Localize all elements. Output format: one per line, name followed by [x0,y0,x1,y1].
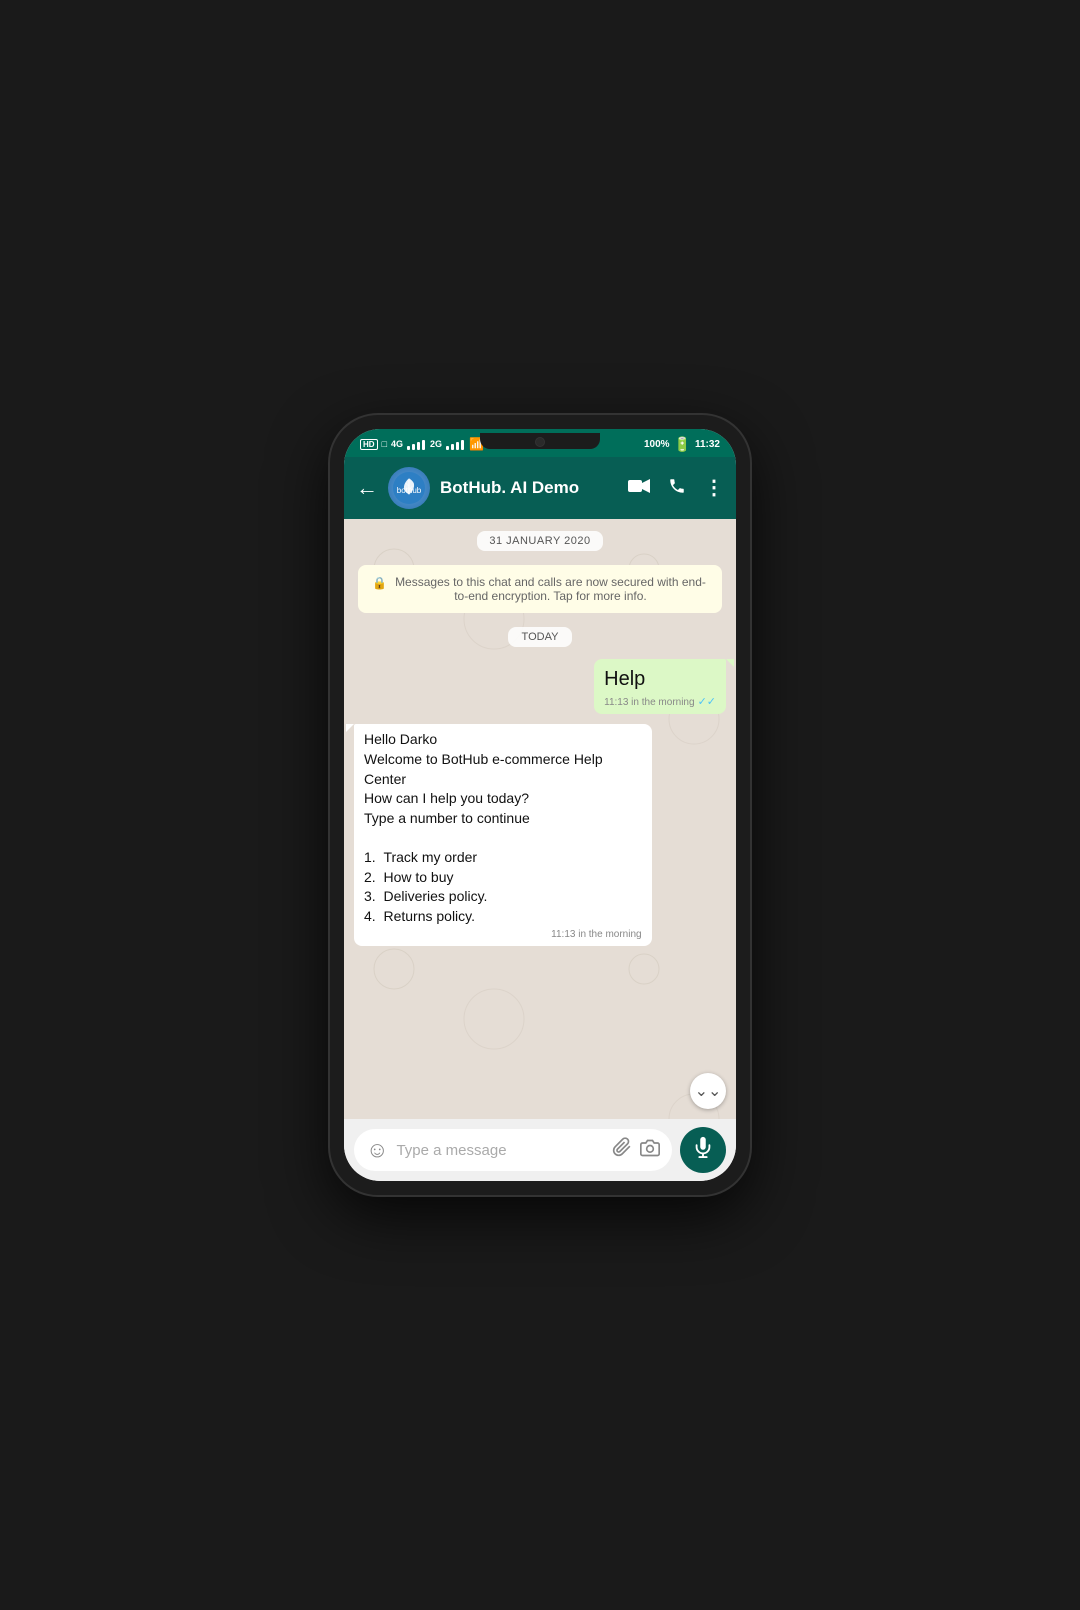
signal-bars-1 [407,438,426,450]
chevron-down-icon: ⌄⌄ [695,1081,722,1101]
emoji-button[interactable]: ☺ [366,1137,388,1163]
bot-welcome: Welcome to BotHub e-commerce Help Center [364,750,642,789]
message-row: Help 11:13 in the morning ✓✓ [354,659,726,714]
microphone-icon [692,1136,714,1164]
message-time: 11:13 in the morning [551,928,641,942]
signal-2g: 2G [430,439,442,449]
attachment-button[interactable] [612,1137,632,1163]
back-button[interactable]: ← [356,475,378,501]
bot-option-1: 1. Track my order [364,848,642,868]
chat-name: BotHub. AI Demo [440,478,618,498]
chat-header: ← bothub BotHub. AI Demo [344,457,736,519]
more-options-icon[interactable]: ⋮ [704,478,724,498]
message-input-container: ☺ Type a message [354,1129,672,1171]
message-text: Help [604,668,645,690]
bar2 [451,444,454,450]
message-time: 11:13 in the morning [604,696,694,710]
bot-greeting: Hello Darko [364,730,642,750]
bar4 [461,440,464,450]
clock: 11:32 [695,439,720,450]
today-label-container: TODAY [354,627,726,647]
status-right: 100% 🔋 11:32 [644,436,720,453]
chat-area: 31 JANUARY 2020 🔒 Messages to this chat … [344,519,736,1119]
bot-option-2: 2. How to buy [364,868,642,888]
message-text: Hello Darko Welcome to BotHub e-commerce… [364,730,642,926]
network-indicator: □ [382,439,387,449]
avatar-logo: bothub [393,472,425,504]
sent-bubble: Help 11:13 in the morning ✓✓ [594,659,726,714]
message-input[interactable]: Type a message [396,1142,604,1159]
phone-frame: HD □ 4G 2G 📶 100% [330,415,750,1195]
scroll-down-button[interactable]: ⌄⌄ [690,1073,726,1109]
voice-button[interactable] [680,1127,726,1173]
encryption-text: Messages to this chat and calls are now … [393,575,708,603]
video-call-icon[interactable] [628,478,650,499]
bar2 [412,444,415,450]
header-info: BotHub. AI Demo [440,478,618,498]
bar3 [456,442,459,450]
date-label-container: 31 JANUARY 2020 [354,531,726,551]
lock-icon: 🔒 [372,576,387,590]
bubble-meta: 11:13 in the morning [364,928,642,942]
camera-button[interactable] [640,1138,660,1163]
received-bubble: Hello Darko Welcome to BotHub e-commerce… [354,724,652,946]
bot-instruction: Type a number to continue [364,809,642,829]
check-marks-icon: ✓✓ [698,695,716,710]
date-badge: 31 JANUARY 2020 [477,531,602,551]
signal-bars-2 [446,438,465,450]
bot-option-4: 4. Returns policy. [364,907,642,927]
bar1 [446,446,449,450]
battery-percentage: 100% [644,439,670,450]
phone-screen: HD □ 4G 2G 📶 100% [344,429,736,1181]
header-icons: ⋮ [628,477,724,500]
phone-call-icon[interactable] [668,477,686,500]
bar3 [417,442,420,450]
input-bar: ☺ Type a message [344,1119,736,1181]
bar1 [407,446,410,450]
phone-camera [535,437,545,447]
bar4 [422,440,425,450]
bot-question: How can I help you today? [364,789,642,809]
encryption-notice[interactable]: 🔒 Messages to this chat and calls are no… [358,565,722,613]
message-row: Hello Darko Welcome to BotHub e-commerce… [354,724,726,946]
battery-icon: 🔋 [674,436,691,453]
bot-option-3: 3. Deliveries policy. [364,887,642,907]
today-badge: TODAY [508,627,573,647]
network-hd: HD [360,439,378,450]
status-left: HD □ 4G 2G 📶 [360,437,484,451]
signal-4g: 4G [391,439,403,449]
bubble-meta: 11:13 in the morning ✓✓ [604,695,716,710]
avatar[interactable]: bothub [388,467,430,509]
